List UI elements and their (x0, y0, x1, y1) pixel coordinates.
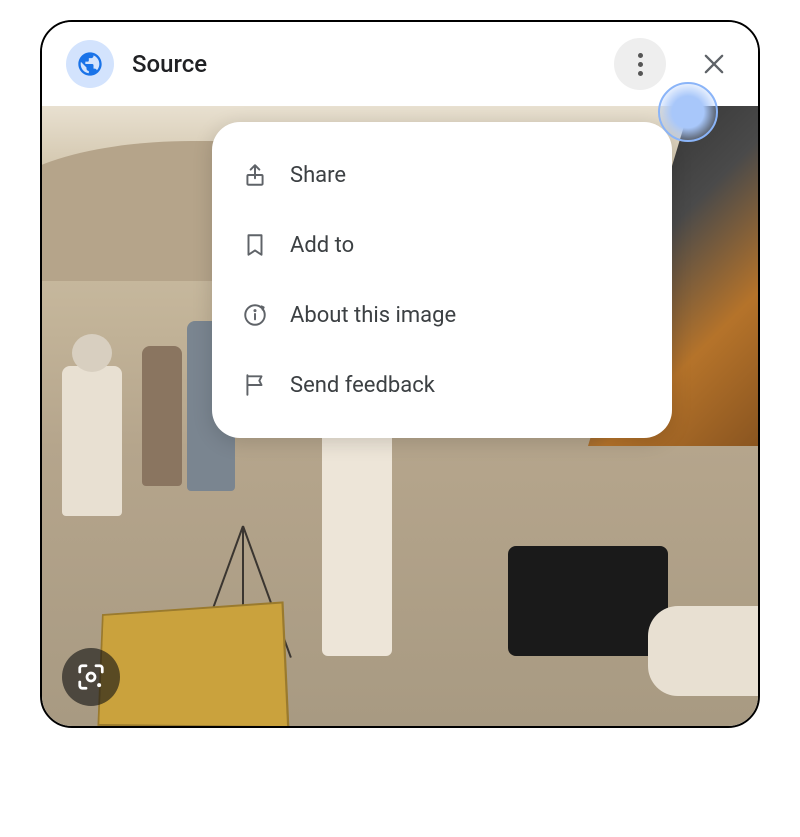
more-vert-icon (638, 53, 643, 76)
more-options-button[interactable] (614, 38, 666, 90)
share-icon (242, 162, 268, 188)
menu-item-share[interactable]: Share (212, 140, 672, 210)
header-bar: Source (42, 22, 758, 106)
source-label[interactable]: Source (132, 50, 596, 78)
close-button[interactable] (694, 44, 734, 84)
close-icon (700, 50, 728, 78)
lens-icon (76, 662, 106, 692)
menu-label: Send feedback (290, 373, 435, 398)
globe-icon (76, 50, 104, 78)
menu-label: Share (290, 163, 346, 188)
menu-item-add-to[interactable]: Add to (212, 210, 672, 280)
source-avatar[interactable] (66, 40, 114, 88)
image-viewer-card: Source (40, 20, 760, 728)
menu-item-send-feedback[interactable]: Send feedback (212, 350, 672, 420)
menu-label: Add to (290, 233, 354, 258)
bookmark-icon (242, 232, 268, 258)
google-lens-button[interactable] (62, 648, 120, 706)
menu-item-about-image[interactable]: About this image (212, 280, 672, 350)
info-icon (242, 302, 268, 328)
flag-icon (242, 372, 268, 398)
menu-label: About this image (290, 303, 456, 328)
more-options-menu: Share Add to About this image Send feedb… (212, 122, 672, 438)
